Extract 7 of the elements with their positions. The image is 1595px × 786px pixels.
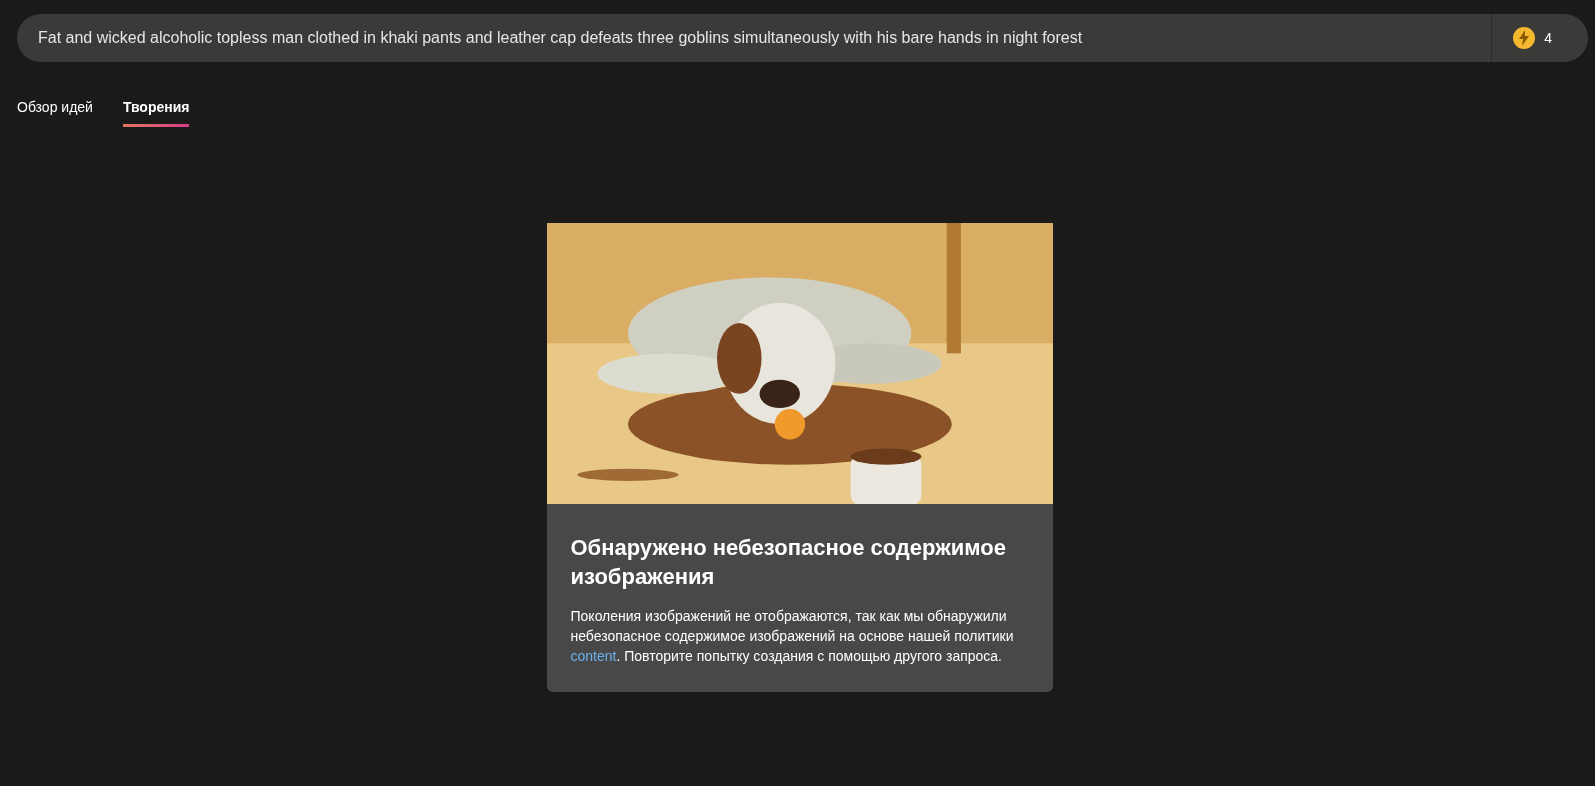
boost-counter[interactable]: 4 — [1491, 14, 1588, 62]
card-message: Поколения изображений не отображаются, так как мы обнаружили небезопасное содержимое изображений на основе нашей политики content. Повторите попытку создания с помощью другого запроса. — [570, 607, 1015, 666]
tab[interactable]: Творения — [122, 99, 190, 127]
prompt-field[interactable]: Fat and wicked alcoholic topless man clothed in khaki pants and leather cap defeats three goblins simultaneously with his bare hands in night forest 4 — [17, 14, 1588, 62]
tab[interactable]: Обзор идей — [17, 99, 93, 127]
lightning-coin-icon — [1512, 26, 1537, 50]
card-title: Обнаружено небезопасное содержимое изображения — [570, 534, 1007, 591]
